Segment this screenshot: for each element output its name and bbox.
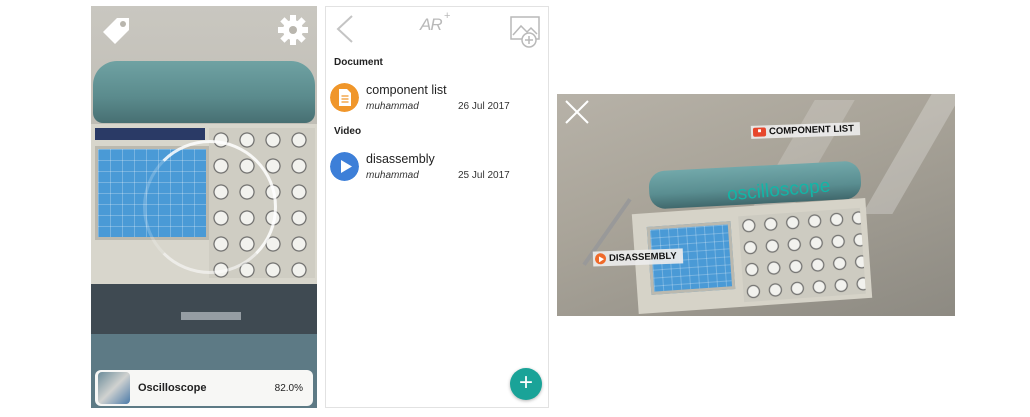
document-icon (330, 83, 359, 112)
add-image-icon[interactable] (509, 15, 543, 49)
ar-view: ■ COMPONENT LIST oscilloscope DISASSEMBL… (557, 94, 955, 316)
item-date: 25 Jul 2017 (458, 170, 510, 181)
ar-tag-label: DISASSEMBLY (608, 250, 677, 265)
ar-plus-sign: + (444, 10, 451, 22)
ar-tag-disassembly[interactable]: DISASSEMBLY (592, 248, 683, 267)
oscilloscope-handle (93, 61, 315, 123)
top-bar: AR + (326, 7, 548, 49)
list-item[interactable]: disassembly muhammad 25 Jul 2017 (326, 148, 548, 188)
scan-indicator (143, 140, 277, 274)
list-item[interactable]: component list muhammad 26 Jul 2017 (326, 79, 548, 119)
oscilloscope-label-strip (95, 128, 205, 140)
oscilloscope-bottom (91, 284, 317, 334)
item-author: muhammad (366, 101, 419, 112)
play-icon (330, 152, 359, 181)
camera-view: Oscilloscope 82.0% (91, 6, 317, 408)
item-date: 26 Jul 2017 (458, 101, 510, 112)
oscilloscope-controls (738, 207, 866, 303)
recognized-object-name: Oscilloscope (138, 382, 207, 394)
item-title: disassembly (366, 152, 435, 166)
confidence-value: 82.0% (274, 382, 303, 394)
video-tag-icon (594, 253, 607, 265)
object-thumbnail (98, 372, 130, 404)
item-title: component list (366, 83, 447, 97)
item-author: muhammad (366, 170, 419, 181)
document-tag-icon: ■ (752, 127, 767, 137)
ar-tag-component-list[interactable]: ■ COMPONENT LIST (750, 122, 861, 139)
section-title-video: Video (334, 126, 362, 137)
ar-icon-label: AR (420, 15, 443, 34)
back-icon[interactable] (334, 14, 356, 44)
content-list-view: AR + Document component list muhammad 26… (325, 6, 549, 408)
tag-icon[interactable] (97, 12, 133, 48)
ar-tag-label: COMPONENT LIST (768, 123, 855, 138)
close-icon[interactable] (563, 98, 591, 126)
brand-plate (181, 312, 241, 320)
gear-icon[interactable] (275, 12, 311, 48)
recognition-card[interactable]: Oscilloscope 82.0% (95, 370, 313, 406)
ar-plus-icon[interactable]: AR (420, 15, 443, 35)
light-reflection (862, 94, 955, 214)
add-button[interactable]: + (510, 368, 542, 400)
section-title-document: Document (334, 57, 383, 68)
